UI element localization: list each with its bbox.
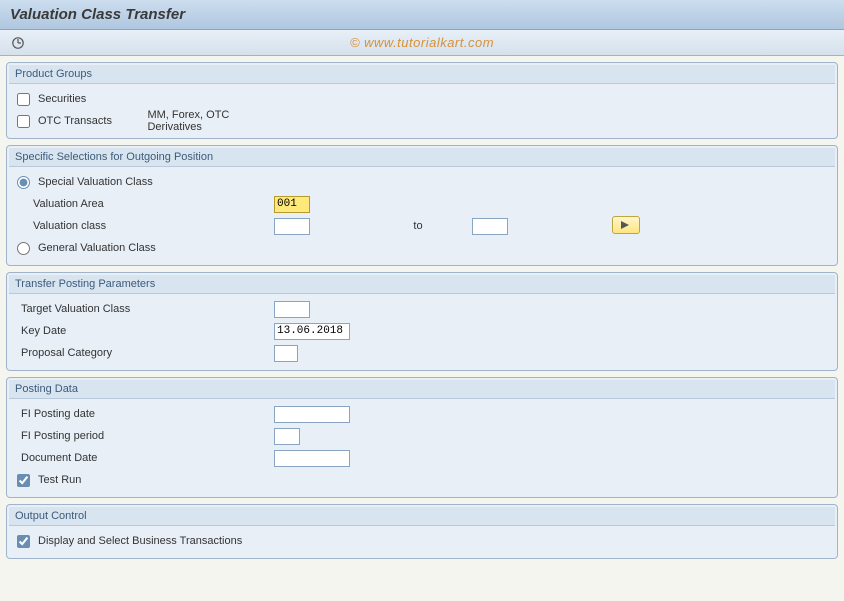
group-posting: Posting Data FI Posting date FI Posting … <box>6 377 838 498</box>
fi-date-label: FI Posting date <box>21 408 95 420</box>
execute-icon[interactable] <box>10 35 26 51</box>
general-valuation-label: General Valuation Class <box>38 242 156 254</box>
group-transfer-title: Transfer Posting Parameters <box>9 275 835 294</box>
window-title-bar: Valuation Class Transfer <box>0 0 844 30</box>
otc-checkbox[interactable] <box>17 115 30 128</box>
row-display-select: Display and Select Business Transactions <box>15 530 829 552</box>
window-title: Valuation Class Transfer <box>10 6 185 23</box>
row-doc-date: Document Date <box>15 447 829 469</box>
target-class-input[interactable] <box>274 301 310 318</box>
row-target-class: Target Valuation Class <box>15 298 829 320</box>
valuation-class-label: Valuation class <box>33 220 106 232</box>
target-class-label: Target Valuation Class <box>21 303 130 315</box>
multiple-selection-button[interactable] <box>612 216 640 234</box>
group-selections-title: Specific Selections for Outgoing Positio… <box>9 148 835 167</box>
display-select-checkbox[interactable] <box>17 535 30 548</box>
row-valuation-class: Valuation class to <box>15 215 829 237</box>
row-test-run: Test Run <box>15 469 829 491</box>
row-securities: Securities <box>15 88 829 110</box>
group-output-title: Output Control <box>9 507 835 526</box>
group-selections: Specific Selections for Outgoing Positio… <box>6 145 838 266</box>
test-run-label: Test Run <box>38 474 81 486</box>
otc-label: OTC Transacts <box>38 115 143 127</box>
proposal-cat-label: Proposal Category <box>21 347 112 359</box>
doc-date-label: Document Date <box>21 452 97 464</box>
row-key-date: Key Date <box>15 320 829 342</box>
securities-label: Securities <box>38 93 86 105</box>
row-otc: OTC Transacts MM, Forex, OTC Derivatives <box>15 110 829 132</box>
key-date-label: Key Date <box>21 325 66 337</box>
general-valuation-radio[interactable] <box>17 242 30 255</box>
row-general-radio: General Valuation Class <box>15 237 829 259</box>
doc-date-input[interactable] <box>274 450 350 467</box>
row-fi-date: FI Posting date <box>15 403 829 425</box>
valuation-class-from-input[interactable] <box>274 218 310 235</box>
group-transfer: Transfer Posting Parameters Target Valua… <box>6 272 838 371</box>
valuation-area-input[interactable] <box>274 196 310 213</box>
group-output: Output Control Display and Select Busine… <box>6 504 838 559</box>
group-product: Product Groups Securities OTC Transacts … <box>6 62 838 139</box>
special-valuation-radio[interactable] <box>17 176 30 189</box>
valuation-class-to-input[interactable] <box>472 218 508 235</box>
row-proposal-cat: Proposal Category <box>15 342 829 364</box>
group-posting-title: Posting Data <box>9 380 835 399</box>
row-fi-period: FI Posting period <box>15 425 829 447</box>
test-run-checkbox[interactable] <box>17 474 30 487</box>
row-valuation-area: Valuation Area <box>15 193 829 215</box>
valuation-class-to-label: to <box>413 220 422 232</box>
row-special-radio: Special Valuation Class <box>15 171 829 193</box>
display-select-label: Display and Select Business Transactions <box>38 535 242 547</box>
securities-checkbox[interactable] <box>17 93 30 106</box>
proposal-cat-input[interactable] <box>274 345 298 362</box>
otc-description: MM, Forex, OTC Derivatives <box>147 109 270 133</box>
fi-period-input[interactable] <box>274 428 300 445</box>
group-product-title: Product Groups <box>9 65 835 84</box>
fi-period-label: FI Posting period <box>21 430 104 442</box>
content-area: Product Groups Securities OTC Transacts … <box>0 56 844 561</box>
watermark-text: © www.tutorialkart.com <box>350 35 494 50</box>
valuation-area-label: Valuation Area <box>33 198 104 210</box>
special-valuation-label: Special Valuation Class <box>38 176 153 188</box>
toolbar: © www.tutorialkart.com <box>0 30 844 56</box>
fi-date-input[interactable] <box>274 406 350 423</box>
key-date-input[interactable] <box>274 323 350 340</box>
